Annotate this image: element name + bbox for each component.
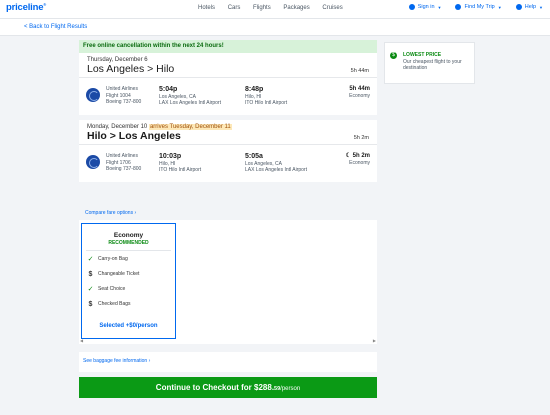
united-airlines-logo-icon [86,155,100,169]
arrival-info: 5:05a Los Angeles, CA LAX Los Angeles In… [245,153,307,173]
fare-feature: ✓ Seat Choice [87,286,126,293]
united-airlines-logo-icon [86,88,100,102]
check-icon: ✓ [87,286,94,293]
chevron-right-icon: › [148,358,151,364]
cancellation-banner: Free online cancellation within the next… [79,40,377,53]
sign-in-button[interactable]: Sign in ▼ [408,4,442,10]
nav-flights[interactable]: Flights [253,5,271,11]
find-my-trip-button[interactable]: Find My Trip ▼ [455,4,502,10]
compare-fare-options-link[interactable]: Compare fare options › [85,210,136,216]
scroll-left-icon[interactable]: ◀ [80,338,83,343]
dollar-icon: $ [88,300,93,308]
check-icon: ✓ [87,256,94,263]
fare-feature: ✓ Carry-on Bag [87,256,128,263]
chevron-down-icon: ▼ [437,4,442,10]
sub-header: < Back to Flight Results [0,19,550,36]
route-title: Los Angeles > Hilo [87,63,175,75]
main-nav: Hotels Cars Flights Packages Cruises [198,5,354,11]
baggage-fee-link[interactable]: See baggage fee information › [79,352,377,372]
fare-card-economy[interactable]: Economy RECOMMENDED ✓ Carry-on Bag $ Chang… [81,223,176,339]
fare-feature: $ Changeable Ticket [82,266,175,281]
back-to-results-link[interactable]: < Back to Flight Results [24,24,87,30]
trip-header-return: Monday, December 10 arrives Tuesday, Dec… [79,120,377,144]
scroll-right-icon[interactable]: ▶ [373,338,376,343]
top-nav-bar: priceline® Hotels Cars Flights Packages … [0,0,550,19]
recommended-badge: RECOMMENDED [108,240,149,246]
fare-options-panel: Economy RECOMMENDED ✓ Carry-on Bag $ Chang… [79,220,377,344]
airline-info: United Airlines Flight 1706 Boeing 737-8… [106,153,142,172]
dollar-icon: $ [88,270,93,278]
fare-feature: $ Checked Bags [82,296,175,311]
flight-segment[interactable]: United Airlines Flight 1706 Boeing 737-8… [79,144,377,182]
continue-to-checkout-button[interactable]: Continue to Checkout for $288.59/person [79,377,377,398]
fare-title: Economy [113,232,144,239]
nav-packages[interactable]: Packages [283,5,309,11]
lowest-price-card: $ LOWEST PRICE Our cheapest flight to yo… [384,42,475,84]
nav-cruises[interactable]: Cruises [322,5,342,11]
segment-duration: ☾ 5h 2m Economy [345,153,370,166]
help-icon [515,4,522,10]
airline-info: United Airlines Flight 1004 Boeing 737-8… [106,86,142,105]
selected-fare-label[interactable]: Selected +$0/person [82,323,175,329]
trip-duration: 5h 2m [353,135,369,141]
priceline-logo[interactable]: priceline® [6,2,46,13]
route-title: Hilo > Los Angeles [87,130,181,142]
trip-duration: 5h 44m [350,68,369,74]
departure-info: 5:04p Los Angeles, CA LAX Los Angeles In… [159,86,221,106]
lowest-price-subtitle: Our cheapest flight to your destination [403,59,462,71]
trip-icon [455,4,462,10]
segment-duration: 5h 44m Economy [349,86,370,99]
nav-cars[interactable]: Cars [228,5,241,11]
chevron-right-icon: › [134,210,137,216]
help-button[interactable]: Help ▼ [515,4,543,10]
chevron-down-icon: ▼ [539,4,543,10]
lowest-price-title: LOWEST PRICE [403,52,442,58]
itinerary-card: Free online cancellation within the next… [79,40,377,182]
moon-icon: ☾ [345,153,351,159]
arrival-info: 8:48p Hilo, HI ITO Hilo Intl Airport [245,86,288,106]
departure-info: 10:03p Hilo, HI ITO Hilo Intl Airport [159,153,202,173]
user-icon [408,4,415,10]
flight-segment[interactable]: United Airlines Flight 1004 Boeing 737-8… [79,77,377,115]
account-menu: Sign in ▼ Find My Trip ▼ Help ▼ [408,4,543,10]
trip-header-outbound: Thursday, December 6 Los Angeles > Hilo … [79,53,377,77]
dollar-badge-icon: $ [390,52,397,59]
nav-hotels[interactable]: Hotels [198,5,215,11]
chevron-down-icon: ▼ [497,4,502,10]
